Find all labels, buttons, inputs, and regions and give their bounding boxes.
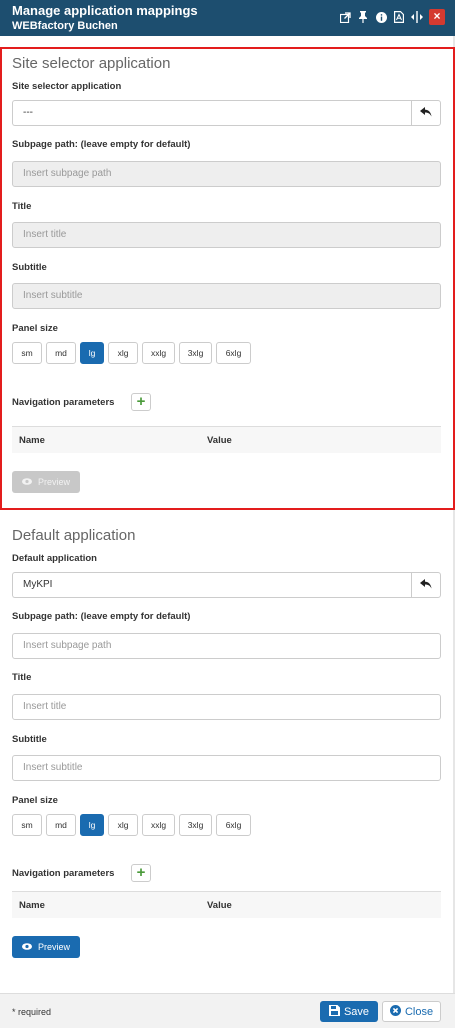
undo-icon bbox=[420, 104, 432, 122]
size-sm-button[interactable]: sm bbox=[12, 342, 42, 364]
size-3xlg-button[interactable]: 3xlg bbox=[179, 342, 212, 364]
site-selector-add-param-button[interactable]: + bbox=[131, 393, 151, 411]
save-button[interactable]: Save bbox=[320, 1001, 378, 1022]
default-app-subpage-input[interactable]: Insert subpage path bbox=[12, 633, 441, 659]
default-app-subtitle-input[interactable]: Insert subtitle bbox=[12, 755, 441, 781]
default-app-preview-button[interactable]: Preview bbox=[12, 936, 80, 958]
dialog-footer: * required Save Close bbox=[0, 993, 455, 1028]
size-xlg-button[interactable]: xlg bbox=[108, 814, 138, 836]
column-value-header: Value bbox=[207, 900, 232, 911]
save-label: Save bbox=[343, 1005, 370, 1018]
close-circle-icon bbox=[389, 1004, 401, 1019]
site-selector-section-title: Site selector application bbox=[12, 55, 171, 72]
column-name-header: Name bbox=[19, 900, 45, 911]
size-xxlg-button[interactable]: xxlg bbox=[142, 342, 175, 364]
site-selector-title-label: Title bbox=[12, 201, 32, 212]
dialog-title: Manage application mappings bbox=[12, 3, 198, 18]
site-selector-title-input[interactable]: Insert title bbox=[12, 222, 441, 248]
default-app-subpage-label: Subpage path: (leave empty for default) bbox=[12, 611, 191, 622]
site-selector-subpage-input[interactable]: Insert subpage path bbox=[12, 161, 441, 187]
site-selector-nav-params-label: Navigation parameters bbox=[12, 397, 115, 408]
default-app-panel-size-group: sm md lg xlg xxlg 3xlg 6xlg bbox=[12, 814, 255, 836]
preview-label: Preview bbox=[37, 942, 70, 952]
site-selector-app-label: Site selector application bbox=[12, 81, 122, 92]
size-3xlg-button[interactable]: 3xlg bbox=[179, 814, 212, 836]
dialog-subtitle: WEBfactory Buchen bbox=[12, 20, 118, 32]
site-selector-reset-button[interactable] bbox=[411, 100, 441, 126]
size-lg-button[interactable]: lg bbox=[80, 814, 104, 836]
default-app-label: Default application bbox=[12, 553, 97, 564]
site-selector-subtitle-input[interactable]: Insert subtitle bbox=[12, 283, 441, 309]
site-selector-panel-size-label: Panel size bbox=[12, 323, 58, 334]
default-app-nav-params-label: Navigation parameters bbox=[12, 868, 115, 879]
default-app-add-param-button[interactable]: + bbox=[131, 864, 151, 882]
default-app-section-title: Default application bbox=[12, 527, 136, 544]
resize-horizontal-icon[interactable] bbox=[411, 10, 423, 24]
save-icon bbox=[328, 1004, 340, 1019]
default-app-params-table-header: Name Value bbox=[12, 891, 441, 918]
default-app-subtitle-label: Subtitle bbox=[12, 734, 47, 745]
size-6xlg-button[interactable]: 6xlg bbox=[216, 342, 251, 364]
default-app-title-input[interactable]: Insert title bbox=[12, 694, 441, 720]
eye-icon bbox=[21, 942, 32, 952]
column-value-header: Value bbox=[207, 435, 232, 446]
size-md-button[interactable]: md bbox=[46, 814, 76, 836]
dialog-titlebar: Manage application mappings WEBfactory B… bbox=[0, 0, 455, 36]
eye-icon bbox=[21, 477, 32, 487]
site-selector-preview-button[interactable]: Preview bbox=[12, 471, 80, 493]
size-6xlg-button[interactable]: 6xlg bbox=[216, 814, 251, 836]
site-selector-app-select[interactable]: --- bbox=[12, 100, 411, 126]
close-label: Close bbox=[404, 1005, 434, 1018]
close-button[interactable]: Close bbox=[382, 1001, 441, 1022]
default-app-select[interactable]: MyKPI bbox=[12, 572, 411, 598]
preview-label: Preview bbox=[37, 477, 70, 487]
size-md-button[interactable]: md bbox=[46, 342, 76, 364]
pin-icon[interactable] bbox=[357, 10, 369, 24]
site-selector-panel-size-group: sm md lg xlg xxlg 3xlg 6xlg bbox=[12, 342, 255, 364]
default-app-title-label: Title bbox=[12, 672, 32, 683]
default-app-reset-button[interactable] bbox=[411, 572, 441, 598]
site-selector-subpage-label: Subpage path: (leave empty for default) bbox=[12, 139, 191, 150]
info-icon[interactable] bbox=[375, 10, 387, 24]
external-link-icon[interactable] bbox=[339, 10, 351, 24]
close-icon[interactable]: × bbox=[429, 9, 445, 25]
required-note: * required bbox=[12, 1007, 52, 1017]
size-xxlg-button[interactable]: xxlg bbox=[142, 814, 175, 836]
column-name-header: Name bbox=[19, 435, 45, 446]
pdf-icon[interactable] bbox=[393, 10, 405, 24]
size-xlg-button[interactable]: xlg bbox=[108, 342, 138, 364]
size-lg-button[interactable]: lg bbox=[80, 342, 104, 364]
undo-icon bbox=[420, 576, 432, 594]
size-sm-button[interactable]: sm bbox=[12, 814, 42, 836]
site-selector-subtitle-label: Subtitle bbox=[12, 262, 47, 273]
site-selector-params-table-header: Name Value bbox=[12, 426, 441, 453]
default-app-panel-size-label: Panel size bbox=[12, 795, 58, 806]
